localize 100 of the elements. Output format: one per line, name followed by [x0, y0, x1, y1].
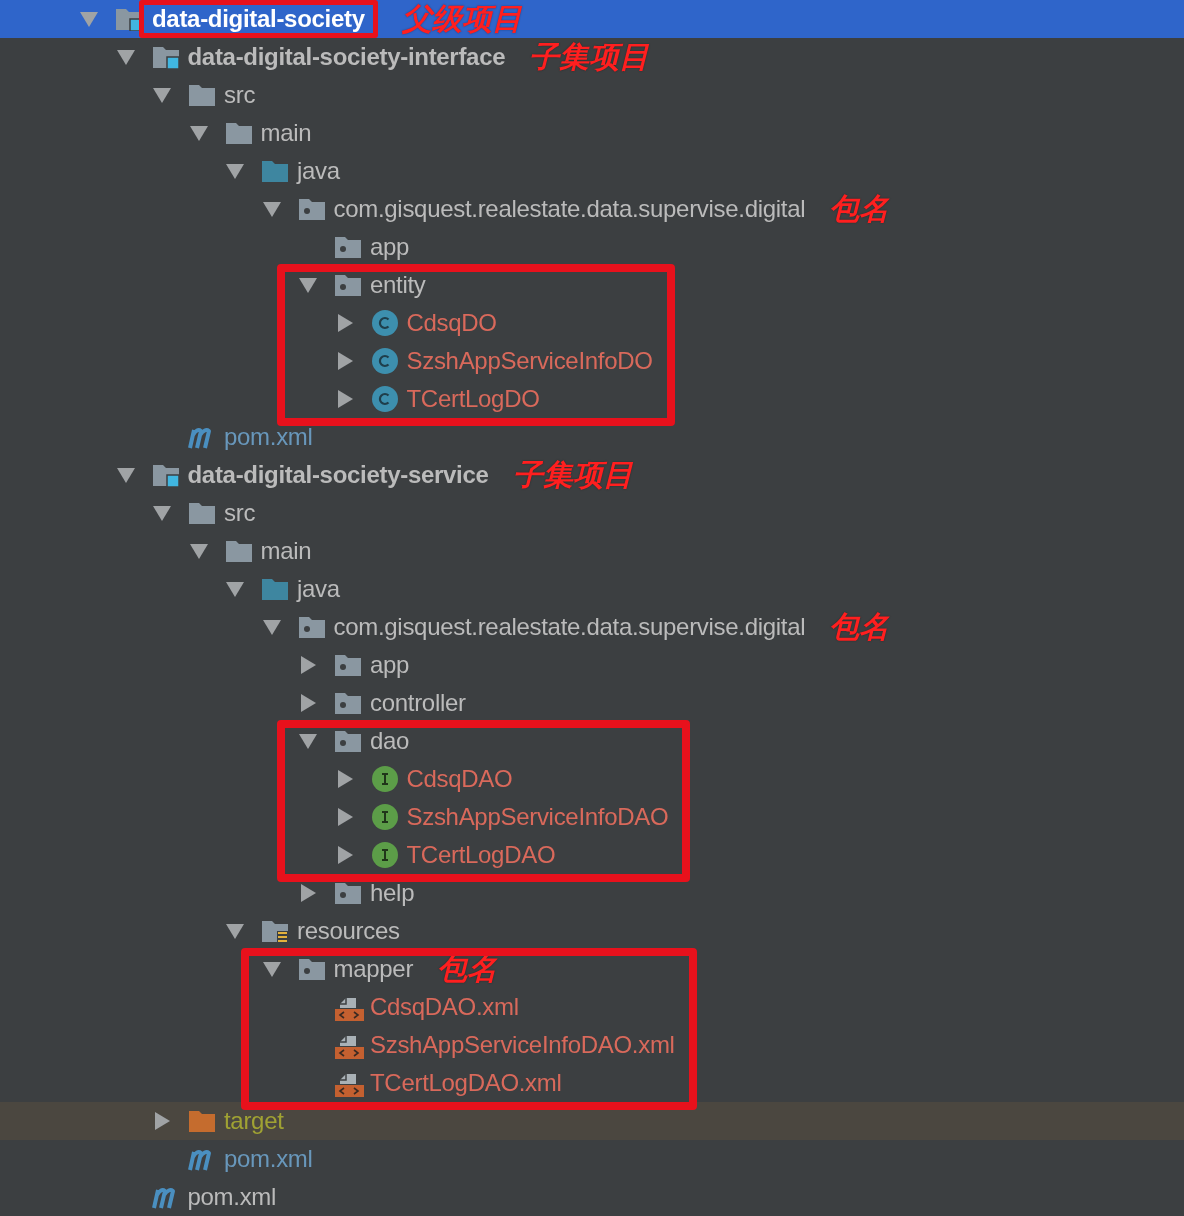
- package-icon: [297, 615, 326, 639]
- tree-item-label: data-digital-society-service: [187, 461, 489, 489]
- annotation-text: 包名: [829, 189, 890, 228]
- expand-arrow-icon[interactable]: [335, 846, 354, 864]
- folder-icon: [261, 159, 289, 183]
- tree-row[interactable]: pom.xml: [0, 1178, 1184, 1216]
- expand-arrow-icon[interactable]: [299, 694, 317, 712]
- tree-row[interactable]: SzshAppServiceInfoDAO.xml: [0, 1026, 675, 1064]
- tree-item-label: src: [224, 499, 256, 527]
- tree-item-label: main: [260, 537, 312, 565]
- tree-item-label: SzshAppServiceInfoDAO: [406, 803, 669, 831]
- expand-arrow-icon[interactable]: [153, 1112, 171, 1130]
- annotation-text: 子集项目: [529, 37, 650, 76]
- tree-item-label: entity: [370, 271, 426, 299]
- class-icon: [370, 309, 399, 337]
- interface-icon: [370, 765, 399, 793]
- tree-row[interactable]: java: [0, 152, 1184, 190]
- package-icon: [334, 729, 362, 753]
- interface-icon: [370, 803, 399, 831]
- annotation-text: 子集项目: [512, 455, 633, 494]
- tree-row[interactable]: app: [0, 646, 1184, 684]
- tree-row[interactable]: main: [0, 532, 1184, 570]
- collapse-arrow-icon[interactable]: [153, 86, 171, 104]
- tree-row[interactable]: pom.xml: [0, 418, 1184, 456]
- expand-arrow-icon[interactable]: [335, 352, 354, 370]
- tree-item-label: java: [297, 157, 340, 185]
- tree-row[interactable]: src: [0, 76, 1184, 114]
- tree-item-label: mapper: [333, 955, 414, 983]
- collapse-arrow-icon[interactable]: [226, 922, 244, 940]
- class-icon: [370, 347, 399, 375]
- tree-row[interactable]: app: [0, 228, 1184, 266]
- collapse-arrow-icon[interactable]: [262, 960, 281, 978]
- tree-row[interactable]: CdsqDAO.xml: [0, 988, 675, 1026]
- expand-arrow-icon[interactable]: [299, 656, 317, 674]
- tree-row[interactable]: data-digital-society 父级项目: [0, 0, 1184, 38]
- collapse-arrow-icon[interactable]: [299, 276, 317, 294]
- package-icon: [334, 653, 362, 677]
- expand-arrow-icon[interactable]: [335, 314, 354, 332]
- tree-row[interactable]: main: [0, 114, 1184, 152]
- class-icon: [370, 385, 399, 413]
- tree-row[interactable]: com.gisquest.realestate.data.supervise.digital 包名: [0, 608, 1184, 646]
- expand-arrow-icon[interactable]: [299, 884, 317, 902]
- expand-arrow-icon[interactable]: [335, 770, 354, 788]
- collapse-arrow-icon[interactable]: [189, 124, 208, 142]
- collapse-arrow-icon[interactable]: [299, 732, 317, 750]
- folder-icon: [224, 121, 253, 145]
- package-icon: [297, 957, 326, 981]
- tree-row[interactable]: TCertLogDO: [0, 380, 653, 418]
- collapse-arrow-icon[interactable]: [116, 48, 135, 66]
- tree-row[interactable]: src: [0, 494, 1184, 532]
- tree-row[interactable]: java: [0, 570, 1184, 608]
- tree-row[interactable]: SzshAppServiceInfoDO: [0, 342, 653, 380]
- resources-folder-icon: [261, 919, 289, 943]
- tree-item-label: SzshAppServiceInfoDAO.xml: [370, 1031, 675, 1059]
- package-icon: [334, 691, 362, 715]
- collapse-arrow-icon[interactable]: [189, 542, 208, 560]
- tree-item-label: controller: [370, 689, 466, 717]
- tree-item-label: data-digital-society: [139, 0, 378, 38]
- annotation-text: 包名: [437, 949, 498, 988]
- tree-row[interactable]: SzshAppServiceInfoDAO: [0, 798, 669, 836]
- tree-row[interactable]: data-digital-society-service 子集项目: [0, 456, 1184, 494]
- folder-icon: [261, 577, 289, 601]
- collapse-arrow-icon[interactable]: [116, 466, 135, 484]
- tree-row[interactable]: com.gisquest.realestate.data.supervise.digital 包名: [0, 190, 1184, 228]
- folder-icon: [188, 501, 216, 525]
- tree-item-label: resources: [297, 917, 400, 945]
- interface-icon: [370, 841, 399, 869]
- tree-item-label: TCertLogDAO: [406, 841, 556, 869]
- tree-row[interactable]: help: [0, 874, 1184, 912]
- package-icon: [334, 273, 362, 297]
- tree-row[interactable]: entity: [0, 266, 426, 304]
- package-icon: [334, 881, 362, 905]
- tree-row[interactable]: pom.xml: [0, 1140, 1184, 1178]
- tree-row[interactable]: mapper 包名: [0, 950, 498, 988]
- tree-item-label: pom.xml: [224, 1145, 313, 1173]
- tree-item-label: data-digital-society-interface: [187, 43, 506, 71]
- tree-row[interactable]: TCertLogDAO.xml: [0, 1064, 675, 1102]
- tree-row[interactable]: dao: [0, 722, 410, 760]
- expand-arrow-icon[interactable]: [335, 390, 354, 408]
- collapse-arrow-icon[interactable]: [226, 162, 244, 180]
- tree-row[interactable]: CdsqDO: [0, 304, 653, 342]
- folder-icon: [188, 1109, 216, 1133]
- tree-row[interactable]: resources: [0, 912, 1184, 950]
- tree-row[interactable]: data-digital-society-interface 子集项目: [0, 38, 1184, 76]
- tree-row[interactable]: controller: [0, 684, 1184, 722]
- tree-row[interactable]: CdsqDAO: [0, 760, 669, 798]
- tree-item-label: pom.xml: [187, 1183, 277, 1211]
- collapse-arrow-icon[interactable]: [153, 504, 171, 522]
- collapse-arrow-icon[interactable]: [262, 200, 281, 218]
- tree-row[interactable]: target: [0, 1102, 1184, 1140]
- expand-arrow-icon[interactable]: [335, 808, 354, 826]
- collapse-arrow-icon[interactable]: [262, 618, 281, 636]
- collapse-arrow-icon[interactable]: [226, 580, 244, 598]
- package-icon: [334, 235, 362, 259]
- module-folder-icon: [151, 463, 180, 487]
- tree-item-label: app: [370, 233, 410, 261]
- tree-item-label: SzshAppServiceInfoDO: [406, 347, 653, 375]
- tree-row[interactable]: TCertLogDAO: [0, 836, 669, 874]
- tree-item-label: target: [224, 1107, 284, 1135]
- tree-item-label: main: [260, 119, 312, 147]
